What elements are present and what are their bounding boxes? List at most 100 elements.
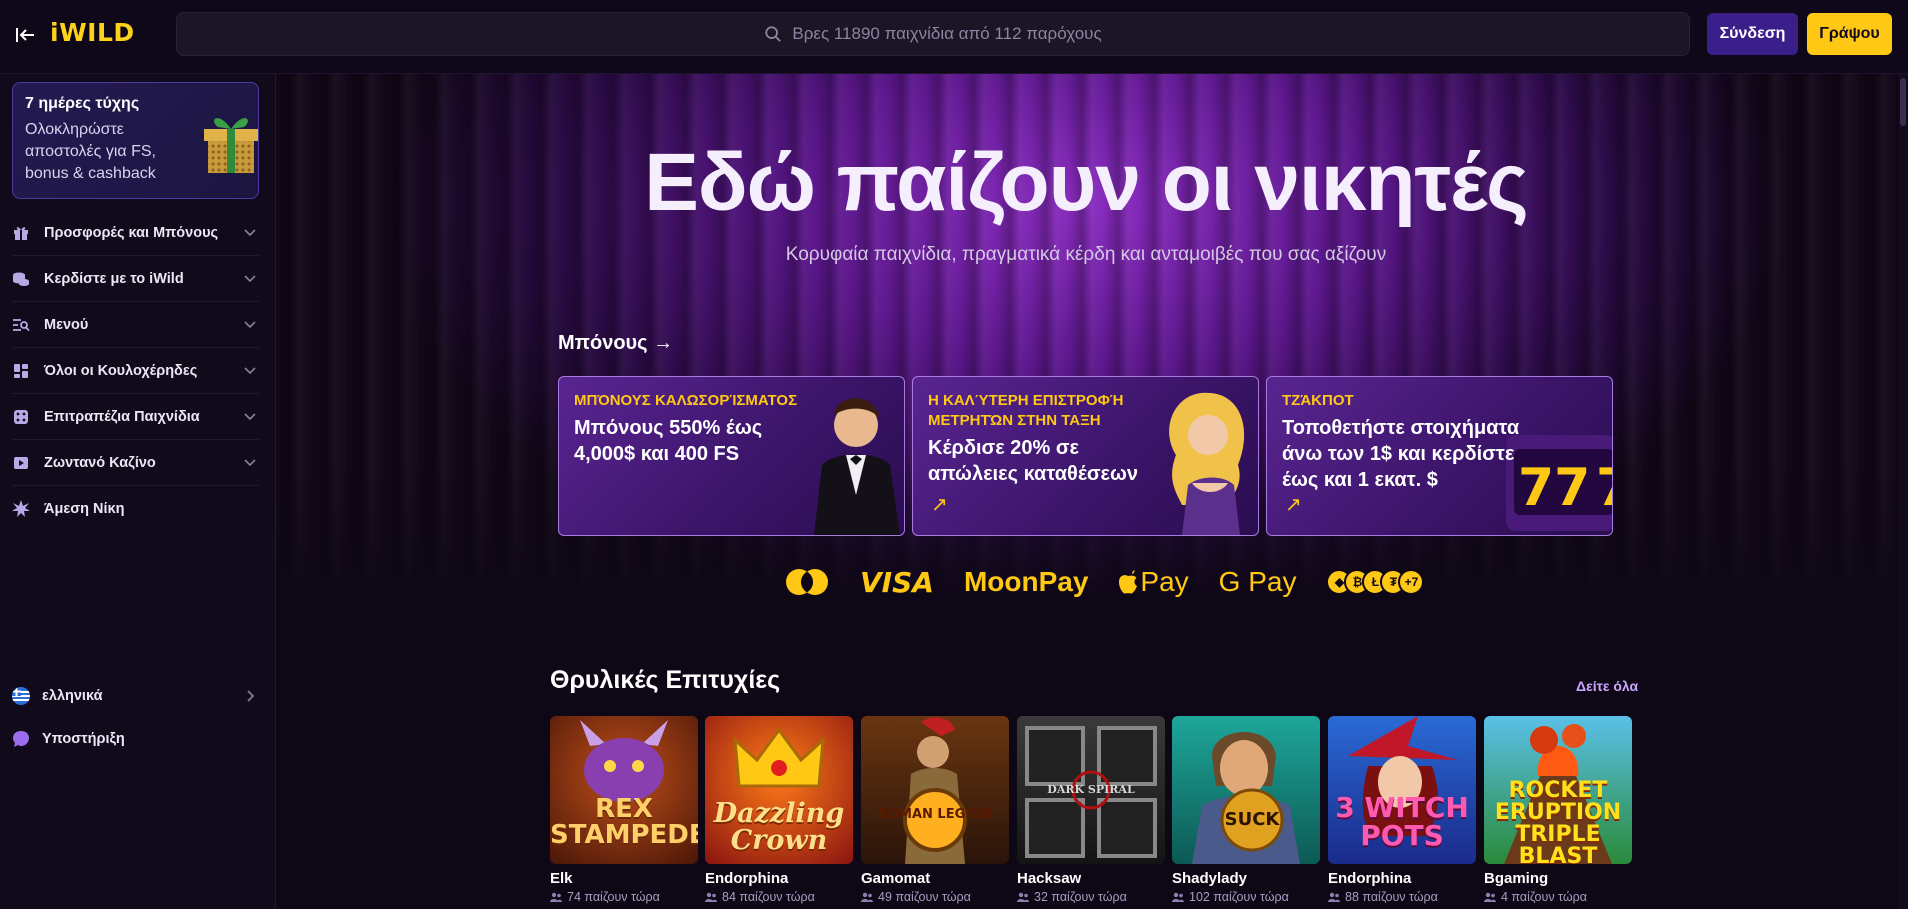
language-label: ελληνικά	[42, 688, 103, 704]
users-icon	[705, 892, 717, 902]
game-provider: Gamomat	[861, 870, 931, 887]
roman-soldier-art	[903, 717, 967, 864]
users-icon	[550, 892, 562, 902]
game-card[interactable]: REX STAMPEDE Elk 74 παίζουν τώρα	[550, 716, 698, 904]
language-selector[interactable]: ελληνικά	[12, 676, 259, 716]
jackpot-bonus-card[interactable]: ΤΖΆΚΠΟΤ Τοποθετήστε στοιχήματα άνω των 1…	[1266, 376, 1613, 536]
game-card[interactable]: ROCKET ERUPTION TRIPLE BLAST Bgaming 4 π…	[1484, 716, 1632, 904]
support-label: Υποστήριξη	[42, 731, 125, 747]
crypto-coins: ◆ ₿ Ł ₮ +7	[1326, 569, 1425, 595]
game-art-title: ROCKET ERUPTION TRIPLE BLAST	[1494, 778, 1622, 865]
game-players: 88 παίζουν τώρα	[1328, 890, 1476, 904]
chat-bubble-icon	[13, 731, 29, 747]
menu-search-icon	[12, 316, 30, 334]
sidebar-item-slots[interactable]: Όλοι οι Κουλοχέρηδες	[12, 348, 259, 394]
man-with-jar-art	[1192, 731, 1300, 864]
game-card[interactable]: 3 WITCH POTS Endorphina 88 παίζουν τώρα	[1328, 716, 1476, 904]
sidebar-item-instant-win[interactable]: Άμεση Νίκη	[12, 486, 259, 532]
moonpay-logo: MoonPay	[963, 566, 1089, 597]
game-provider: Hacksaw	[1017, 870, 1082, 887]
game-players: 32 παίζουν τώρα	[1017, 890, 1165, 904]
game-provider: Bgaming	[1484, 870, 1549, 887]
hero-subtitle: Κορυφαία παιχνίδια, πραγματικά κέρδη και…	[785, 244, 1387, 265]
chevron-down-icon	[244, 275, 256, 283]
game-art-title: SUCK	[1224, 809, 1280, 830]
players-count: 4 παίζουν τώρα	[1501, 890, 1587, 904]
players-count: 84 παίζουν τώρα	[722, 890, 815, 904]
game-thumbnail[interactable]: DARK SPIRAL	[1017, 716, 1165, 864]
logo[interactable]: iWILD	[50, 18, 135, 47]
scrollbar-thumb[interactable]	[1900, 78, 1906, 126]
see-all-link[interactable]: Δείτε όλα	[1576, 678, 1638, 694]
apple-icon	[1119, 570, 1138, 594]
bonus-cards: ΜΠΌΝΟΥΣ ΚΑΛΩΣΟΡΊΣΜΑΤΟΣ Μπόνους 550% έως …	[558, 376, 1614, 536]
login-button[interactable]: Σύνδεση	[1707, 13, 1798, 55]
game-card[interactable]: Dazzling Crown Endorphina 84 παίζουν τώρ…	[705, 716, 853, 904]
users-icon	[1328, 892, 1340, 902]
page-scrollbar[interactable]	[1898, 74, 1908, 909]
players-count: 102 παίζουν τώρα	[1189, 890, 1289, 904]
promo-text: Ολοκληρώστε αποστολές για FS, bonus & ca…	[25, 121, 156, 182]
more-methods-badge: +7	[1398, 569, 1425, 595]
users-icon	[861, 892, 873, 902]
bonus-card-tag: ΤΖΆΚΠΟΤ	[1282, 392, 1354, 409]
sidebar-item-label: Κερδίστε με το iWild	[44, 270, 184, 287]
users-icon	[1172, 892, 1184, 902]
game-card[interactable]: ROMAN LEGION Gamomat 49 παίζουν τώρα	[861, 716, 1009, 904]
search-placeholder: Βρες 11890 παιχνίδια από 112 παρόχους	[792, 24, 1102, 43]
sidebar-item-table-games[interactable]: Επιτραπέζια Παιχνίδια	[12, 394, 259, 440]
cashback-bonus-card[interactable]: Η ΚΑΛΎΤΕΡΗ ΕΠΙΣΤΡΟΦΉ ΜΕΤΡΗΤΏΝ ΣΤΗΝ ΤΑΞΗ …	[912, 376, 1259, 536]
bonus-card-text: Μπόνους 550% έως 4,000$ και 400 FS	[574, 417, 763, 465]
main-content: Εδώ παίζουν οι νικητές Κορυφαία παιχνίδι…	[276, 74, 1896, 909]
players-count: 49 παίζουν τώρα	[878, 890, 971, 904]
chevron-right-icon	[247, 690, 255, 702]
game-thumbnail[interactable]: ROMAN LEGION	[861, 716, 1009, 864]
chevron-down-icon	[244, 413, 256, 421]
game-thumbnail[interactable]: 3 WITCH POTS	[1328, 716, 1476, 864]
game-art-title: ROMAN LEGION	[877, 807, 993, 822]
register-button[interactable]: Γράψου	[1807, 13, 1892, 55]
game-card[interactable]: DARK SPIRAL Hacksaw 32 παίζουν τώρα	[1017, 716, 1165, 904]
bonus-card-tag: Η ΚΑΛΎΤΕΡΗ ΕΠΙΣΤΡΟΦΉ ΜΕΤΡΗΤΏΝ ΣΤΗΝ ΤΑΞΗ	[928, 392, 1124, 429]
game-art-title: REX STAMPEDE	[550, 794, 698, 850]
hero-title: Εδώ παίζουν οι νικητές	[644, 137, 1529, 228]
game-thumbnail[interactable]: REX STAMPEDE	[550, 716, 698, 864]
blonde-woman-illustration	[1169, 392, 1245, 535]
search-input[interactable]: Βρες 11890 παιχνίδια από 112 παρόχους	[176, 12, 1690, 56]
mastercard-icon	[786, 569, 828, 595]
sidebar-item-label: Επιτραπέζια Παιχνίδια	[44, 408, 200, 425]
google-pay-logo: G Pay	[1218, 566, 1297, 597]
sidebar-item-live-casino[interactable]: Ζωντανό Καζίνο	[12, 440, 259, 486]
game-art-title: Dazzling Crown	[713, 798, 845, 856]
bonus-card-text: Τοποθετήστε στοιχήματα άνω των 1$ και κε…	[1282, 417, 1520, 491]
legendary-hits-title: Θρυλικές Επιτυχίες	[550, 666, 781, 694]
game-card[interactable]: SUCK Shadylady 102 παίζουν τώρα	[1172, 716, 1320, 904]
arrow-up-right-icon: ↗	[1285, 494, 1302, 516]
top-bar: iWILD Βρες 11890 παιχνίδια από 112 παρόχ…	[0, 0, 1908, 74]
game-provider: Endorphina	[1328, 870, 1412, 887]
payment-methods: VISA MoonPay Pay G Pay ◆ ₿ Ł ₮ +7	[784, 562, 1425, 602]
dice-icon	[12, 408, 30, 426]
sidebar-item-label: Μενού	[44, 316, 89, 333]
sidebar-item-menu[interactable]: Μενού	[12, 302, 259, 348]
support-link[interactable]: Υποστήριξη	[12, 719, 259, 759]
arrow-up-right-icon: ↗	[931, 494, 948, 516]
play-icon	[12, 454, 30, 472]
bonus-section-link[interactable]: Μπόνους →	[558, 332, 673, 355]
sidebar-item-promotions[interactable]: Προσφορές και Μπόνους	[12, 210, 259, 256]
game-players: 102 παίζουν τώρα	[1172, 890, 1320, 904]
visa-logo: VISA	[860, 565, 934, 599]
sidebar-menu: Προσφορές και Μπόνους Κερδίστε με το iWi…	[12, 210, 259, 532]
gift-icon	[12, 224, 30, 242]
daily-luck-promo-card[interactable]: 7 ημέρες τύχης Ολοκληρώστε αποστολές για…	[12, 82, 259, 199]
game-thumbnail[interactable]: SUCK	[1172, 716, 1320, 864]
game-players: 74 παίζουν τώρα	[550, 890, 698, 904]
game-players: 84 παίζουν τώρα	[705, 890, 853, 904]
game-thumbnail[interactable]: Dazzling Crown	[705, 716, 853, 864]
sidebar-item-earn[interactable]: Κερδίστε με το iWild	[12, 256, 259, 302]
collapse-sidebar-icon[interactable]	[12, 22, 38, 48]
welcome-bonus-card[interactable]: ΜΠΌΝΟΥΣ ΚΑΛΩΣΟΡΊΣΜΑΤΟΣ Μπόνους 550% έως …	[558, 376, 905, 536]
players-count: 74 παίζουν τώρα	[567, 890, 660, 904]
game-thumbnail[interactable]: ROCKET ERUPTION TRIPLE BLAST	[1484, 716, 1632, 864]
sidebar: 7 ημέρες τύχης Ολοκληρώστε αποστολές για…	[0, 74, 276, 909]
